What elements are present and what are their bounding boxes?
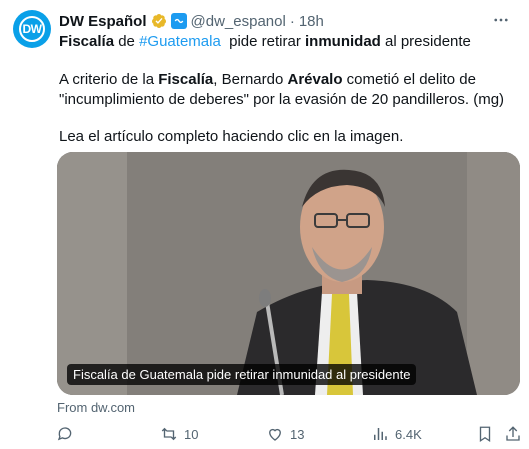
- share-icon: [506, 426, 520, 441]
- text: A criterio de la: [59, 71, 159, 88]
- card-photo: [57, 152, 520, 395]
- tweet-text-line-3: "incumplimiento de deberes" por la evasi…: [59, 91, 505, 108]
- verified-badge-icon[interactable]: [151, 13, 167, 29]
- tweet-header: DW Español @dw_espanol · 18h: [59, 11, 489, 31]
- text: cometió el delito de: [342, 71, 476, 88]
- views-button[interactable]: 6.4K: [371, 422, 422, 446]
- text: al presidente: [380, 33, 471, 50]
- author-name[interactable]: DW Español: [59, 13, 147, 30]
- text-bold: inmunidad: [305, 33, 381, 50]
- card-source[interactable]: From dw.com: [57, 400, 135, 415]
- author-handle[interactable]: @dw_espanol: [191, 13, 286, 30]
- dw-logo: DW: [19, 16, 45, 42]
- views-count: 6.4K: [395, 426, 422, 442]
- tweet-text-line-2: A criterio de la Fiscalía, Bernardo Arév…: [59, 70, 515, 90]
- hashtag-link[interactable]: #Guatemala: [139, 33, 221, 50]
- text: , Bernardo: [213, 71, 288, 88]
- like-button[interactable]: 13: [266, 422, 304, 446]
- reply-icon: [57, 427, 72, 441]
- link-card[interactable]: Fiscalía de Guatemala pide retirar inmun…: [57, 152, 520, 395]
- text: pide retirar: [220, 33, 305, 50]
- reply-button[interactable]: [56, 422, 74, 446]
- card-title: Fiscalía de Guatemala pide retirar inmun…: [67, 364, 417, 385]
- separator: ·: [289, 12, 295, 30]
- affiliate-icon[interactable]: [170, 13, 187, 29]
- tweet-text-line-1: Fiscalía de #Guatemala pide retirar inmu…: [59, 32, 515, 52]
- bookmark-icon: [479, 426, 491, 443]
- like-count: 13: [290, 426, 305, 442]
- retweet-icon: [161, 427, 177, 441]
- bookmark-button[interactable]: [476, 422, 494, 446]
- retweet-button[interactable]: 10: [160, 422, 198, 446]
- share-button[interactable]: [504, 422, 522, 446]
- views-chart-icon: [374, 428, 387, 440]
- tweet-text-line-4: Lea el artículo completo haciendo clic e…: [59, 128, 404, 145]
- text-bold: Fiscalía: [158, 71, 214, 88]
- action-bar: 10 13 6.4K: [48, 422, 522, 446]
- more-options-icon[interactable]: [491, 10, 511, 30]
- heart-icon: [269, 428, 281, 441]
- timestamp[interactable]: 18h: [299, 13, 324, 30]
- retweet-count: 10: [184, 426, 199, 442]
- avatar[interactable]: DW: [13, 10, 51, 48]
- text-bold: Arévalo: [287, 71, 343, 88]
- text: de: [114, 33, 140, 50]
- text-bold: Fiscalía: [59, 33, 115, 50]
